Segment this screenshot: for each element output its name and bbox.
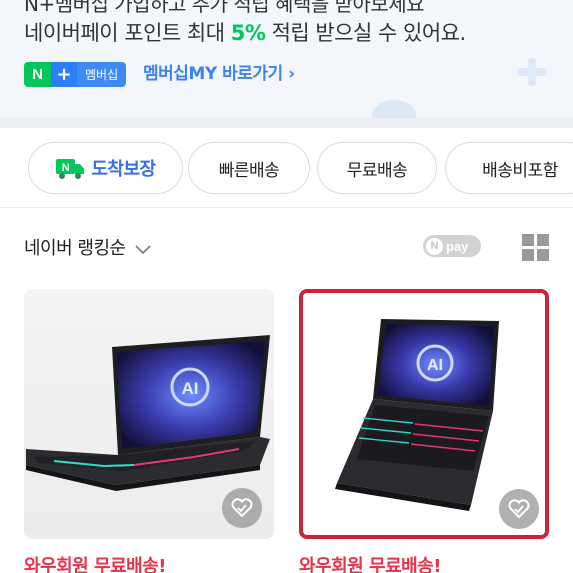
nplus-plus-mark: + [51,62,77,87]
promo-text-pre: 네이버페이 포인트 최대 [24,21,231,45]
chevron-right-icon: › [288,64,295,84]
product-card[interactable]: AI [24,289,274,539]
membership-my-link-label: 멤버십MY 바로가기 [143,64,283,84]
heart-icon [231,498,253,518]
promo-percent: 5% [230,21,266,45]
svg-text:AI: AI [182,379,199,398]
npay-filter-toggle[interactable]: N pay [423,235,481,257]
membership-my-link[interactable]: 멤버십MY 바로가기 › [143,62,295,87]
truck-icon: N [55,156,85,180]
nplus-badge-label: 멤버십 [77,62,127,87]
svg-text:AI: AI [427,357,443,374]
decorative-shape [372,100,416,118]
npay-knob: N [426,237,443,255]
nplus-membership-badge: N + 멤버십 [24,62,127,87]
filter-chip-free-shipping[interactable]: 무료배송 [317,142,437,194]
shipping-benefit-label: 와우회원 무료배송! [299,556,441,573]
decorative-plus-icon [518,58,546,86]
chevron-down-icon [135,239,151,260]
filter-chip-shipping-included[interactable]: 배송비포함 [445,142,573,194]
wishlist-button[interactable] [499,489,539,529]
filter-chip-arrival-guarantee[interactable]: N 도착보장 [28,142,183,194]
promo-cut-text: N+멤버십 가입하고 추가 적립 혜택을 받아보세요 [24,0,425,16]
wishlist-button[interactable] [222,488,262,528]
shipping-benefit-label: 와우회원 무료배송! [24,556,166,573]
sort-label: 네이버 랭킹순 [24,238,126,259]
npay-label: pay [446,238,469,254]
svg-text:N: N [62,162,70,174]
product-card-highlighted[interactable]: AI [299,289,549,539]
nplus-n-mark: N [24,62,51,87]
heart-icon [508,499,530,519]
filter-chip-fast-delivery[interactable]: 빠른배송 [188,142,310,194]
membership-promo-banner: N+멤버십 가입하고 추가 적립 혜택을 받아보세요 네이버페이 포인트 최대 … [0,0,573,118]
sort-dropdown[interactable]: 네이버 랭킹순 [24,234,151,260]
filter-chip-label: 도착보장 [91,159,156,180]
sort-toolbar: 네이버 랭킹순 N pay [0,220,573,276]
promo-text-post: 적립 받으실 수 있어요. [265,21,467,45]
promo-text: 네이버페이 포인트 최대 5% 적립 받으실 수 있어요. [24,17,466,47]
grid-view-icon[interactable] [522,234,550,262]
delivery-filter-chips: N 도착보장 빠른배송 무료배송 배송비포함 [0,128,573,208]
section-divider [0,118,573,128]
